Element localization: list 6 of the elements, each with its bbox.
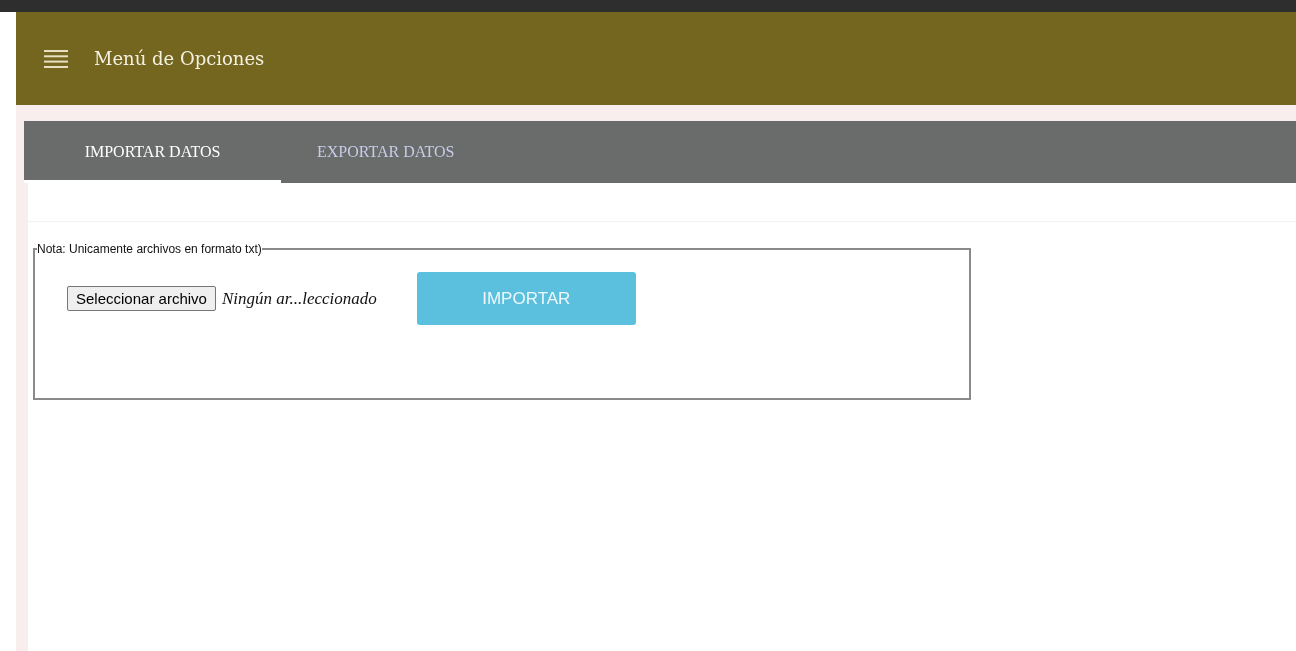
tab[interactable]: EXPORTAR DATOS [281,121,455,183]
fieldset-legend: Nota: Unicamente archivos en formato txt) [37,242,262,256]
choose-file-button[interactable]: Seleccionar archivo [67,286,216,311]
menu-icon[interactable] [44,49,68,68]
file-status: Ningún ar...leccionado [221,288,377,309]
header-title: Menú de Opciones [94,48,265,69]
